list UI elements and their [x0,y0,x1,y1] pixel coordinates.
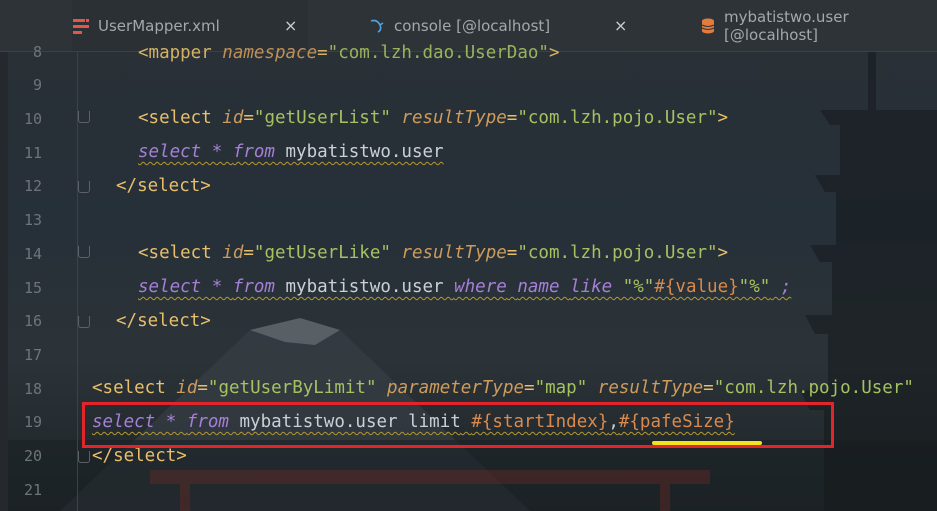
fold-marker-icon[interactable] [78,181,90,193]
code-line-15: select * from mybatistwo.user where name… [138,277,792,297]
line-number: 14 [23,245,42,263]
close-tab-icon[interactable]: × [614,16,627,35]
fold-marker-icon[interactable] [78,111,90,123]
xml-mapper-icon [72,17,90,35]
line-number: 12 [23,177,42,195]
line-number: 20 [23,447,42,465]
code-line-8: <mapper namespace="com.lzh.dao.UserDao"> [138,43,560,63]
left-tool-strip [0,0,8,511]
console-icon [368,17,386,35]
code-line-18: <select id="getUserByLimit" parameterTyp… [92,378,914,398]
line-number-gutter: 8 9 10 11 12 13 14 15 16 17 18 19 20 21 [8,43,90,511]
fold-marker-icon[interactable] [78,246,90,258]
tab-mybatistwo-user[interactable]: mybatistwo.user [@localhost] [700,0,937,51]
fold-marker-icon[interactable] [78,451,90,463]
ide-window: UserMapper.xml × console [@localhost] × … [0,0,937,511]
line-number: 19 [23,413,42,431]
tab-label: console [@localhost] [394,16,551,35]
database-table-icon [700,17,716,35]
tab-label: UserMapper.xml [98,16,220,35]
line-number: 21 [23,481,42,499]
code-line-12: </select> [116,176,211,196]
fold-marker-icon[interactable] [78,316,90,328]
line-number: 16 [23,312,42,330]
tab-label: mybatistwo.user [@localhost] [724,7,849,44]
code-line-10: <select id="getUserList" resultType="com… [138,108,729,128]
line-number: 8 [32,43,42,61]
line-number: 15 [23,279,42,297]
code-line-16: </select> [116,311,211,331]
line-number: 13 [23,211,42,229]
line-number: 17 [23,346,42,364]
line-number: 18 [23,380,42,398]
line-number: 9 [32,76,42,94]
close-tab-icon[interactable]: × [284,16,297,35]
code-line-11: select * from mybatistwo.user [138,142,444,162]
line-number: 10 [23,110,42,128]
code-line-14: <select id="getUserLike" resultType="com… [138,243,729,263]
yellow-underline-annotation [652,441,762,445]
line-number: 11 [23,144,42,162]
